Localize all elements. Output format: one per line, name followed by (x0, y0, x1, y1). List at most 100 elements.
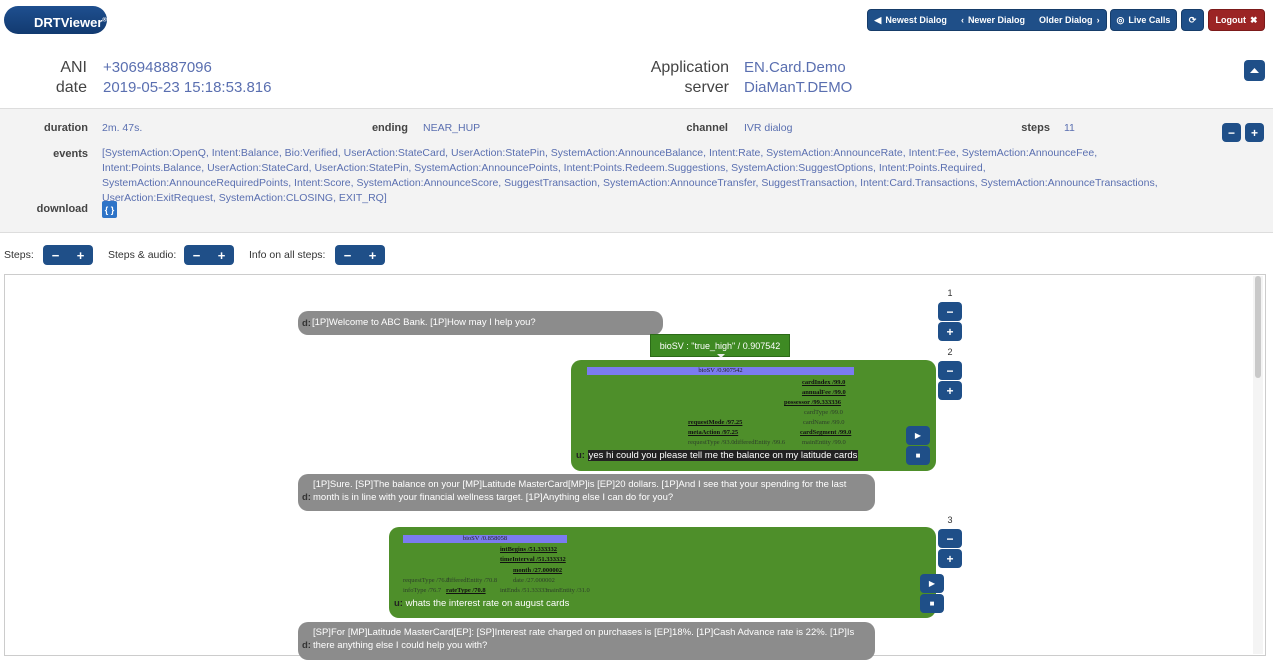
chevron-left-icon: ‹ (960, 15, 964, 25)
live-calls-button[interactable]: ◎ Live Calls (1110, 9, 1177, 31)
semantic-slot: cardType /99.0 (804, 409, 843, 416)
json-file-icon[interactable]: { } (102, 201, 117, 218)
step3-plus-button[interactable]: + (938, 549, 962, 568)
details-expand-button[interactable]: + (1245, 123, 1264, 142)
user-utterance-2: u: yes hi could you please tell me the b… (576, 450, 859, 461)
biosv-tooltip: bioSV : "true_high" / 0.907542 (650, 334, 790, 358)
app-title: DRTViewer (34, 15, 103, 30)
logout-button[interactable]: Logout ✖ (1208, 9, 1265, 31)
step-number-3: 3 (947, 515, 953, 525)
chevron-right-icon: › (1096, 15, 1100, 25)
system-tag: d: (302, 492, 311, 503)
info-control: − + (335, 245, 385, 265)
step2-plus-button[interactable]: + (938, 381, 962, 400)
biosv-score-bar: bioSV /0.858058 (403, 535, 567, 543)
info-control-label: Info on all steps: (249, 249, 326, 261)
semantic-slot: cardName /99.0 (803, 419, 845, 426)
refresh-button[interactable]: ⟳ (1181, 9, 1204, 31)
semantic-slot: mainEntity /99.0 (802, 439, 846, 446)
steps-control: − + (43, 245, 93, 265)
logout-label: Logout (1215, 15, 1246, 25)
system-prompt-text: [1P]Welcome to ABC Bank. [1P]How may I h… (312, 317, 536, 328)
steps-label: steps (1021, 122, 1050, 134)
play-audio-button[interactable]: ▶ (906, 426, 930, 445)
collapse-header-button[interactable] (1244, 60, 1265, 81)
app-logo[interactable]: DRTViewer® (4, 6, 107, 34)
refresh-icon: ⟳ (1188, 14, 1197, 25)
step1-plus-button[interactable]: + (938, 322, 962, 341)
duration-value: 2m. 47s. (102, 122, 143, 134)
semantic-slot: differedEntity /70.8 (446, 577, 498, 584)
info-plus-button[interactable]: + (360, 245, 385, 265)
app-mark: ® (102, 17, 107, 24)
newest-dialog-button[interactable]: ◀ Newest Dialog (868, 10, 953, 30)
newest-dialog-label: Newest Dialog (885, 15, 947, 25)
steps-plus-button[interactable]: + (68, 245, 93, 265)
caret-up-icon (1250, 68, 1259, 73)
system-prompt-1: d: [1P]Welcome to ABC Bank. [1P]How may … (298, 311, 663, 335)
steps-control-label: Steps: (4, 249, 34, 261)
steps-minus-button[interactable]: − (43, 245, 68, 265)
semantic-slot: infoType /76.7 (403, 587, 442, 594)
step-number-2: 2 (947, 347, 953, 357)
info-minus-button[interactable]: − (335, 245, 360, 265)
semantic-slot: intBegins /51.333332 (500, 546, 558, 553)
system-tag: d: (302, 640, 311, 651)
ani-label: ANI (60, 59, 87, 76)
close-icon: ✖ (1249, 14, 1258, 25)
application-value: EN.Card.Demo (744, 59, 846, 76)
semantic-slot: date /27.000002 (513, 577, 555, 584)
semantic-slot: cardSegment /99.0 (800, 429, 852, 436)
ani-value: +306948887096 (103, 59, 212, 76)
server-value: DiaManT.DEMO (744, 79, 853, 96)
play-audio-button[interactable]: ▶ (920, 574, 944, 593)
events-label: events (53, 148, 88, 160)
details-collapse-button[interactable]: − (1222, 123, 1241, 142)
step3-minus-button[interactable]: − (938, 529, 962, 548)
older-dialog-label: Older Dialog (1039, 15, 1093, 25)
system-prompt-text: [1P]Sure. [SP]The balance on your [MP]La… (313, 479, 847, 503)
steps-value: 11 (1064, 122, 1075, 134)
older-dialog-button[interactable]: Older Dialog › (1033, 10, 1106, 30)
live-calls-label: Live Calls (1128, 15, 1171, 25)
system-prompt-text: [SP]For [MP]Latitude MasterCard[EP]: [SP… (313, 627, 855, 651)
semantic-slot: timeInterval /51.333332 (500, 556, 566, 563)
semantic-slot: month /27.000002 (513, 567, 563, 574)
semantic-slot: rateType /70.8 (446, 587, 486, 594)
top-bar: DRTViewer® ◀ Newest Dialog ‹ Newer Dialog … (0, 0, 1273, 46)
system-prompt-3: d: [SP]For [MP]Latitude MasterCard[EP]: … (298, 622, 875, 660)
user-utterance-text: whats the interest rate on august cards (405, 598, 570, 609)
caret-left-icon: ◀ (874, 14, 882, 25)
ending-value: NEAR_HUP (423, 122, 481, 134)
semantic-slot: requestMode /97.25 (688, 419, 743, 426)
semantic-slot: requestType /93.0 (688, 439, 735, 446)
user-tag: u: (576, 450, 585, 461)
semantic-slot: differedEntity /99.6 (734, 439, 786, 446)
newer-dialog-label: Newer Dialog (967, 15, 1025, 25)
steps-audio-minus-button[interactable]: − (184, 245, 209, 265)
system-tag: d: (302, 318, 311, 329)
user-utterance-text: yes hi could you please tell me the bala… (587, 450, 859, 461)
channel-label: channel (686, 122, 728, 134)
dialog-navigation: ◀ Newest Dialog ‹ Newer Dialog Older Dialo… (867, 9, 1107, 31)
check-circle-icon: ◎ (1116, 14, 1125, 25)
stop-audio-button[interactable]: ■ (920, 594, 944, 613)
semantic-slot: cardIndex /99.0 (802, 379, 846, 386)
download-label: download (36, 203, 88, 215)
steps-audio-plus-button[interactable]: + (209, 245, 234, 265)
user-tag: u: (394, 598, 403, 609)
newer-dialog-button[interactable]: ‹ Newer Dialog (953, 10, 1032, 30)
semantic-slot: metaAction /97.25 (688, 429, 739, 436)
dialog-scroll-thumb[interactable] (1255, 276, 1261, 378)
ending-label: ending (371, 122, 408, 134)
date-label: date (55, 79, 87, 96)
biosv-score-bar: bioSV /0.907542 (587, 367, 854, 375)
stop-audio-button[interactable]: ■ (906, 446, 930, 465)
steps-audio-control-label: Steps & audio: (108, 249, 177, 261)
step1-minus-button[interactable]: − (938, 302, 962, 321)
steps-audio-control: − + (184, 245, 234, 265)
date-value: 2019-05-23 15:18:53.816 (103, 79, 272, 96)
call-header (0, 46, 1273, 109)
step2-minus-button[interactable]: − (938, 361, 962, 380)
user-utterance-3: u: whats the interest rate on august car… (394, 598, 569, 609)
